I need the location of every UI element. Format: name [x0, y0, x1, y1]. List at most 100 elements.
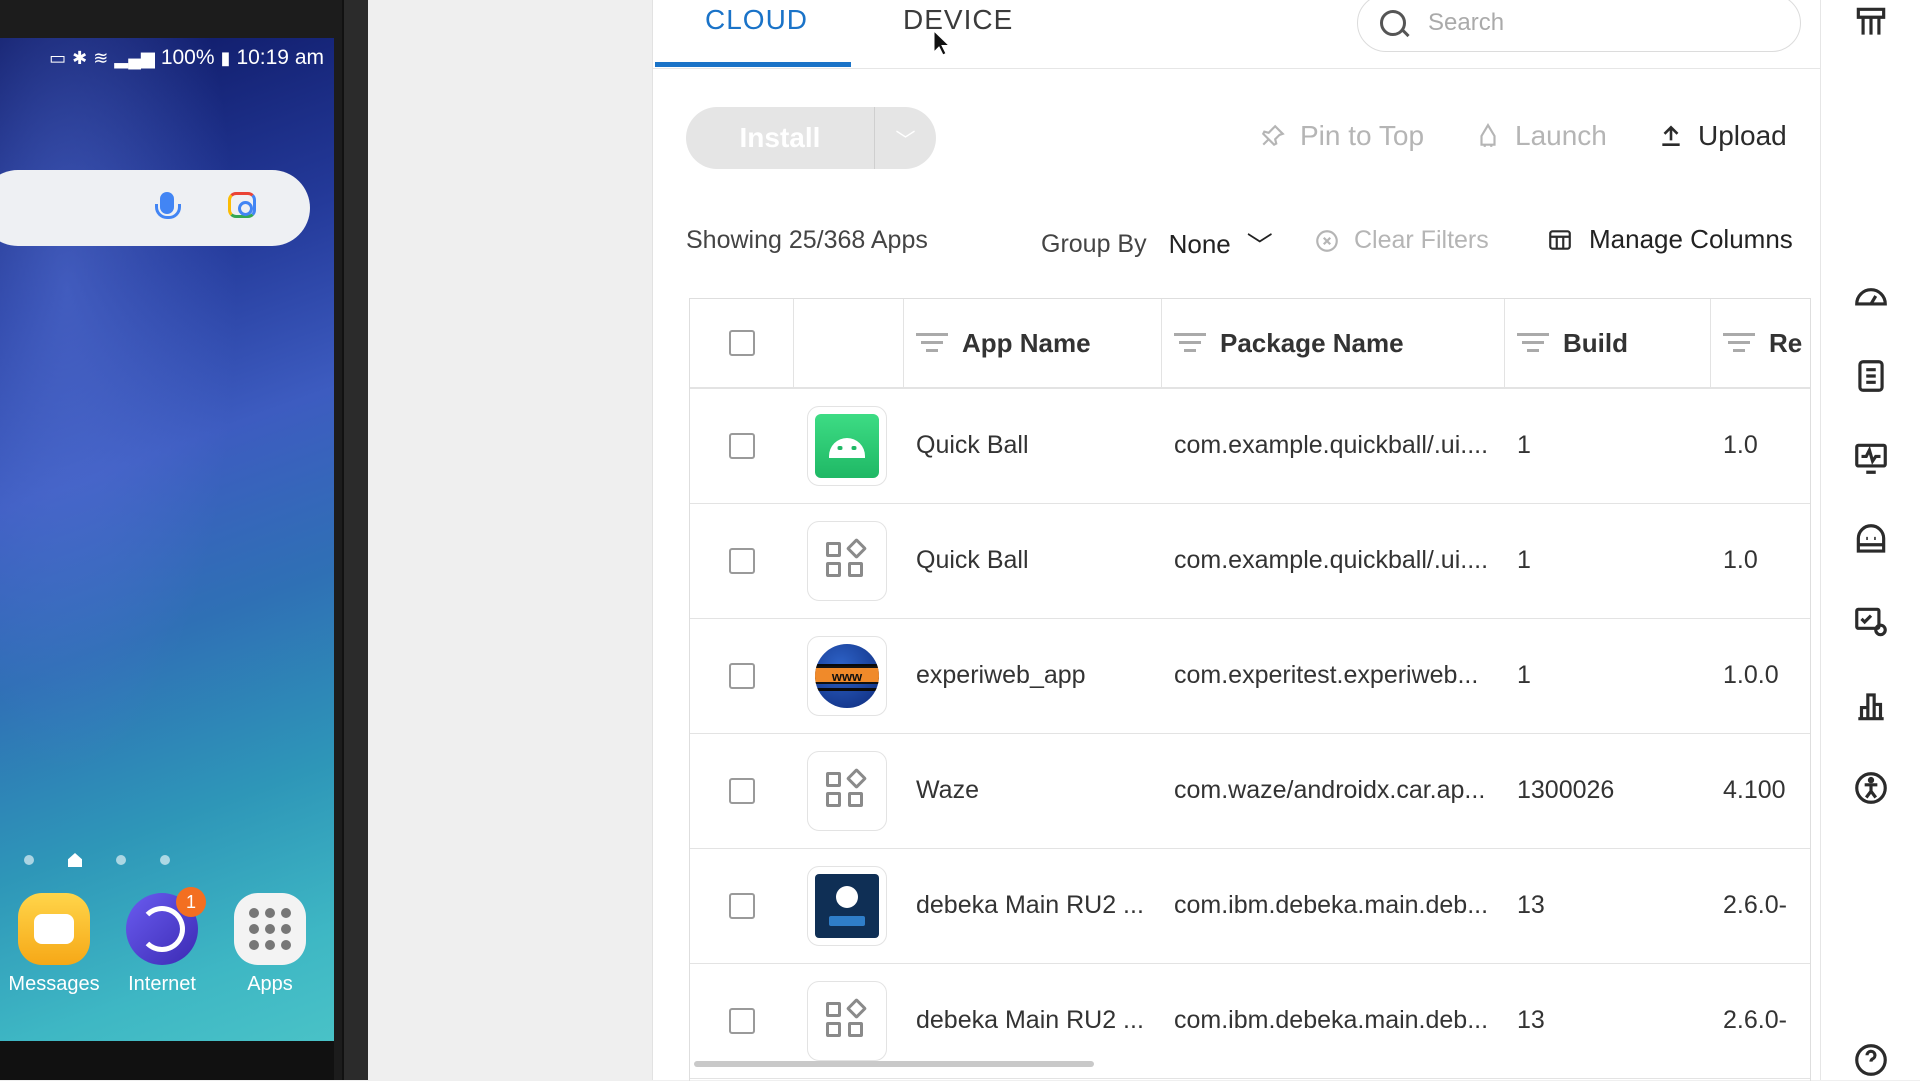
app-icon [807, 980, 887, 1061]
page-dot [116, 855, 126, 865]
www-globe-icon: www [815, 643, 879, 708]
launch-label: Launch [1515, 120, 1607, 151]
app-name-cell: Waze [916, 776, 979, 804]
build-cell: 1300026 [1517, 776, 1615, 804]
app-icon-cell [807, 733, 887, 848]
microphone-icon[interactable] [155, 192, 181, 219]
tab-cloud[interactable]: CLOUD [705, 4, 808, 36]
tools-icon[interactable] [1851, 2, 1891, 42]
dock-app-label: Internet [128, 973, 196, 995]
package-name-cell: com.waze/androidx.car.ap... [1174, 776, 1486, 804]
table-row[interactable]: Waze com.waze/androidx.car.ap... 1300026… [690, 733, 1810, 849]
mouse-cursor-icon [933, 30, 951, 56]
release-cell: 2.6.0- [1723, 891, 1787, 919]
column-filter-icon[interactable] [1517, 332, 1549, 354]
dock-app-internet[interactable]: 1 Internet [108, 887, 216, 996]
table-row[interactable]: Quick Ball com.example.quickball/.ui....… [690, 503, 1810, 619]
select-all-checkbox[interactable] [728, 330, 755, 356]
battery-icon: ▮ [220, 47, 231, 68]
monitor-activity-icon[interactable] [1851, 438, 1891, 478]
launch-button[interactable]: Launch [1475, 120, 1607, 152]
table-vertical-scrollbar[interactable] [1810, 391, 1811, 546]
column-header-app-name[interactable]: App Name [904, 299, 1162, 387]
manage-columns-button[interactable]: Manage Columns [1547, 224, 1793, 255]
app-icon-cell [807, 503, 887, 618]
pin-to-top-label: Pin to Top [1300, 120, 1425, 151]
device-home-icon[interactable] [1851, 520, 1891, 560]
column-filter-icon[interactable] [1723, 332, 1755, 354]
column-filter-icon[interactable] [1174, 332, 1206, 354]
build-cell: 13 [1517, 891, 1545, 919]
build-cell: 1 [1517, 431, 1531, 459]
column-header-release[interactable]: Re [1711, 299, 1810, 387]
package-name-cell: com.ibm.debeka.main.deb... [1174, 1006, 1489, 1034]
row-checkbox[interactable] [729, 1007, 755, 1034]
install-dropdown-button[interactable]: ﹀ [875, 107, 936, 169]
phone-status-bar: ▭ ✱ ≋ ▂▄▆ 100% ▮ 10:19 am [49, 46, 324, 70]
app-icon-cell [807, 388, 887, 503]
row-checkbox[interactable] [729, 777, 755, 804]
accessibility-icon[interactable] [1851, 768, 1891, 808]
stats-bars-icon[interactable] [1851, 686, 1891, 726]
release-cell: 4.100 [1723, 776, 1786, 804]
group-by-label: Group By [1041, 230, 1147, 258]
pin-to-top-button[interactable]: Pin to Top [1260, 120, 1424, 152]
messages-icon[interactable] [18, 893, 90, 965]
notification-badge: 1 [176, 887, 206, 917]
row-checkbox-cell [690, 503, 794, 618]
device-settings-icon[interactable] [1851, 602, 1891, 642]
clear-filters-button[interactable]: Clear Filters [1314, 226, 1489, 255]
column-filter-icon[interactable] [916, 332, 948, 354]
phone-bezel-edge [342, 0, 368, 1080]
table-row[interactable]: Quick Ball com.example.quickball/.ui....… [690, 388, 1810, 504]
chevron-down-icon: ﹀ [1246, 231, 1273, 261]
row-checkbox[interactable] [729, 662, 755, 689]
home-page-indicator [24, 853, 170, 867]
dock-app-apps[interactable]: Apps [216, 893, 324, 996]
table-horizontal-scrollbar[interactable] [694, 1061, 1094, 1067]
google-search-widget[interactable] [0, 170, 310, 246]
release-cell: 1.0 [1723, 431, 1758, 459]
cloud-dashboard-icon[interactable] [1851, 276, 1891, 316]
search-input[interactable] [1426, 8, 1760, 38]
release-cell: 1.0.0 [1723, 661, 1779, 689]
generic-app-icon [826, 997, 868, 1042]
table-row[interactable]: debeka Main RU2 ... com.ibm.debeka.main.… [690, 848, 1810, 964]
apps-grid-icon[interactable] [234, 893, 306, 965]
column-header-label: App Name [962, 327, 1091, 358]
upload-button[interactable]: Upload [1658, 120, 1787, 152]
upload-label: Upload [1698, 120, 1787, 151]
device-screen[interactable]: ▭ ✱ ≋ ▂▄▆ 100% ▮ 10:19 am Messages 1 Int… [0, 0, 368, 1080]
package-name-cell: com.example.quickball/.ui.... [1174, 431, 1489, 459]
app-name-cell: Quick Ball [916, 431, 1029, 459]
column-header-build[interactable]: Build [1505, 299, 1711, 387]
launch-rocket-icon [1480, 123, 1496, 147]
app-icon-cell: www [807, 618, 887, 733]
row-checkbox[interactable] [729, 432, 755, 459]
column-header-package-name[interactable]: Package Name [1162, 299, 1505, 387]
android-home-screen[interactable]: ▭ ✱ ≋ ▂▄▆ 100% ▮ 10:19 am Messages 1 Int… [0, 38, 334, 1041]
document-icon[interactable] [1851, 356, 1891, 396]
dock-app-label: Apps [247, 973, 293, 995]
column-header-label: Package Name [1220, 327, 1404, 358]
row-checkbox[interactable] [729, 892, 755, 919]
app-name-cell: Quick Ball [916, 546, 1029, 574]
tab-bar: CLOUD DEVICE [653, 0, 1821, 69]
app-icon [807, 405, 887, 486]
home-page-dot-icon [68, 853, 82, 867]
column-header-label: Re [1769, 327, 1803, 358]
google-lens-icon[interactable] [228, 192, 256, 218]
active-tab-indicator [655, 62, 851, 67]
install-button[interactable]: Install [686, 107, 875, 169]
dock-app-messages[interactable]: Messages [0, 893, 108, 996]
row-checkbox[interactable] [729, 547, 755, 574]
group-by-select[interactable]: None ﹀ [1169, 226, 1273, 263]
search-box[interactable] [1357, 0, 1801, 52]
tab-device[interactable]: DEVICE [903, 4, 1013, 36]
app-icon: www [807, 635, 887, 716]
table-header: App Name Package Name Build Re [690, 299, 1810, 389]
clear-filters-label: Clear Filters [1354, 226, 1489, 254]
help-icon[interactable] [1851, 1040, 1891, 1080]
table-row[interactable]: www experiweb_app com.experitest.experiw… [690, 618, 1810, 734]
package-name-cell: com.example.quickball/.ui.... [1174, 546, 1489, 574]
